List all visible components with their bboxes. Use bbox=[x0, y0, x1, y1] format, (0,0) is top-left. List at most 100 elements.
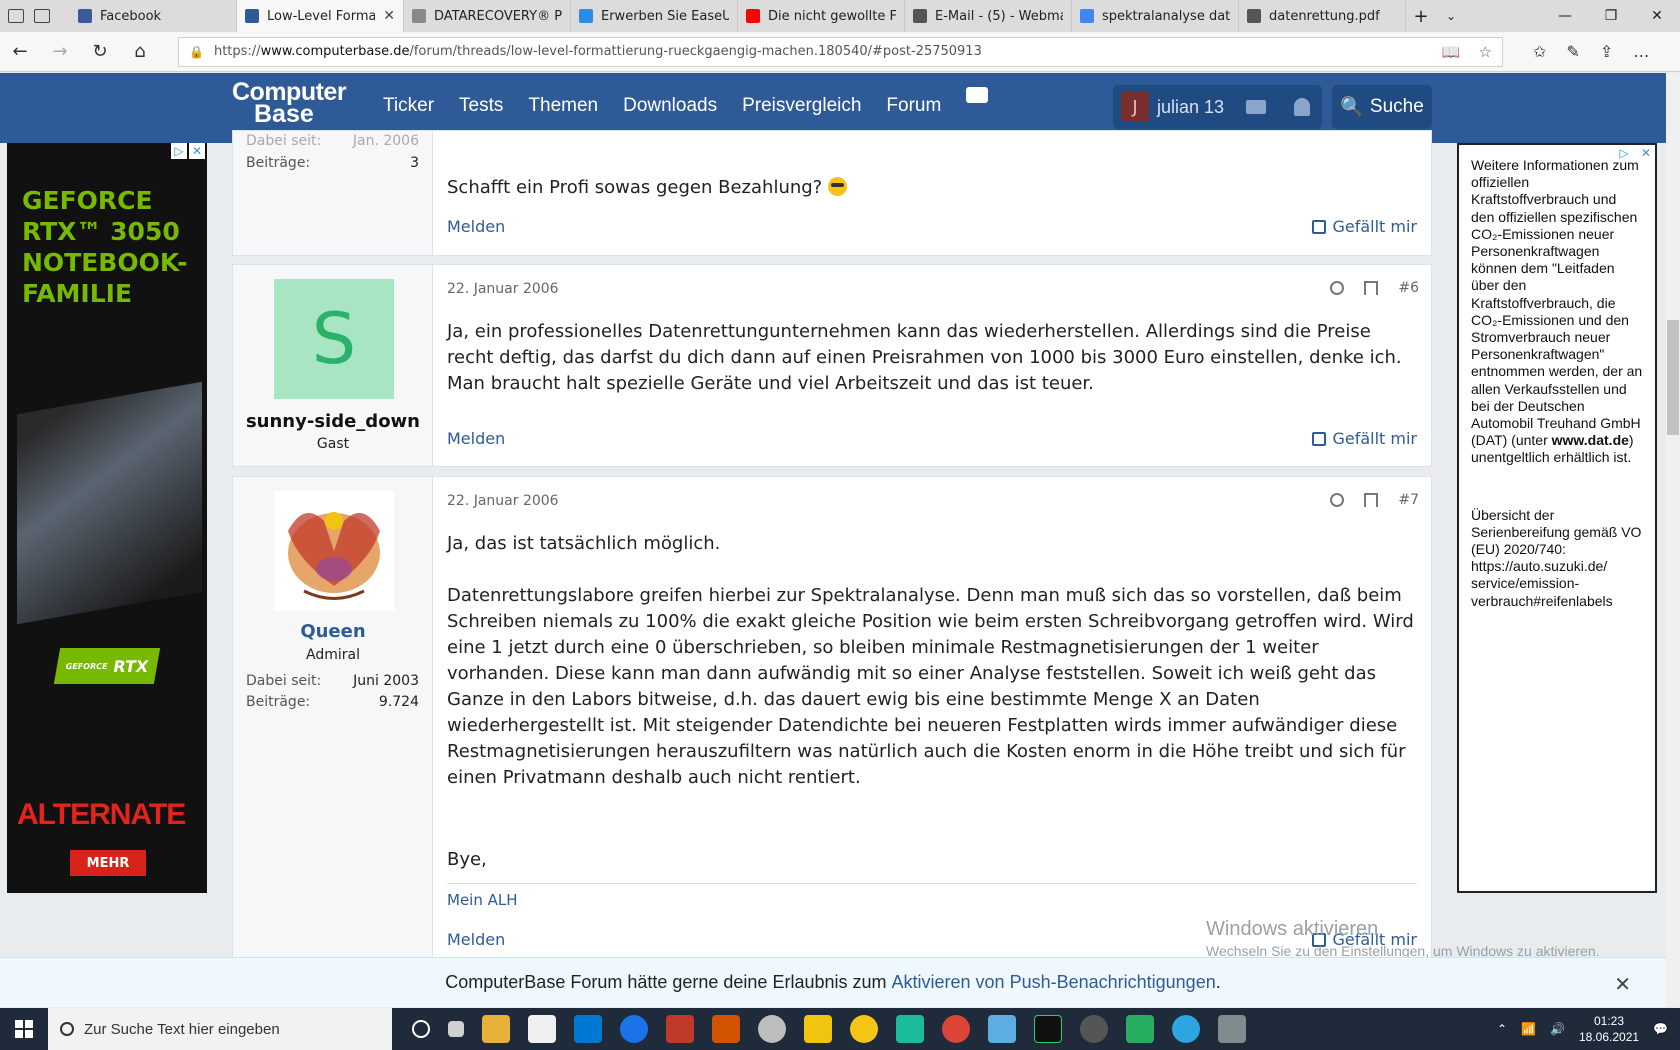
forward-button[interactable]: → bbox=[40, 41, 80, 62]
page-scrollbar[interactable] bbox=[1666, 73, 1680, 1007]
report-link[interactable]: Melden bbox=[447, 217, 505, 236]
tray-chevron-icon[interactable]: ⌃ bbox=[1497, 1022, 1507, 1036]
mail-app-icon[interactable] bbox=[574, 1015, 602, 1043]
app-icon-4[interactable] bbox=[804, 1015, 832, 1043]
app-icon-1[interactable] bbox=[666, 1015, 694, 1043]
tab-actions-icon[interactable] bbox=[8, 9, 24, 23]
taskbar-search-input[interactable]: Zur Suche Text hier eingeben bbox=[48, 1008, 392, 1050]
posts-label: Beiträge: bbox=[246, 694, 311, 710]
report-link[interactable]: Melden bbox=[447, 429, 505, 448]
thumbs-up-icon bbox=[1312, 431, 1327, 446]
post-date[interactable]: 22. Januar 2006 bbox=[447, 493, 559, 509]
like-button[interactable]: Gefällt mir bbox=[1312, 429, 1417, 448]
rtx-badge-text: RTX bbox=[111, 656, 151, 676]
signature-link[interactable]: Mein ALH bbox=[447, 891, 518, 909]
left-advertisement[interactable]: GEFORCE RTX™ 3050 NOTEBOOK- FAMILIE GEFO… bbox=[7, 143, 207, 893]
author-name[interactable]: Queen bbox=[233, 621, 433, 642]
forum-post-6: S sunny-side_down Gast 22. Januar 2006 #… bbox=[232, 264, 1432, 467]
nav-item-preisvergleich[interactable]: Preisvergleich bbox=[742, 95, 861, 117]
browser-tab[interactable]: Low-Level Formatt ✕ bbox=[237, 0, 404, 32]
new-tab-button[interactable]: + bbox=[1406, 0, 1436, 32]
post-number[interactable]: #7 bbox=[1398, 492, 1419, 508]
nav-item-forum[interactable]: Forum bbox=[886, 95, 941, 117]
app-icon-6[interactable] bbox=[896, 1015, 924, 1043]
browser-tab[interactable]: Facebook bbox=[70, 0, 237, 32]
volume-icon[interactable]: 🔊 bbox=[1550, 1022, 1565, 1036]
browser-tab[interactable]: datenrettung.pdf bbox=[1239, 0, 1406, 32]
right-ad-close-icon[interactable]: ✕ bbox=[1638, 145, 1654, 161]
nav-item-ticker[interactable]: Ticker bbox=[383, 95, 434, 117]
scrollbar-thumb[interactable] bbox=[1667, 320, 1679, 435]
like-button[interactable]: Gefällt mir bbox=[1312, 217, 1417, 236]
set-aside-tabs-icon[interactable] bbox=[34, 9, 50, 23]
more-icon[interactable]: … bbox=[1633, 42, 1649, 61]
favorite-star-icon[interactable]: ☆ bbox=[1479, 43, 1492, 61]
clock[interactable]: 01:23 18.06.2021 bbox=[1579, 1013, 1639, 1045]
browser-tab[interactable]: Erwerben Sie EaseUS D bbox=[571, 0, 738, 32]
utorrent-icon[interactable] bbox=[1126, 1015, 1154, 1043]
ad-choices-icon[interactable]: ▷ bbox=[171, 143, 187, 159]
right-ad-choices-icon[interactable]: ▷ bbox=[1616, 145, 1632, 161]
queen-crest-avatar[interactable] bbox=[274, 491, 394, 611]
nav-item-themen[interactable]: Themen bbox=[528, 95, 598, 117]
app-icon-8[interactable] bbox=[1034, 1015, 1062, 1043]
minimize-button[interactable]: — bbox=[1542, 8, 1588, 24]
url-input[interactable]: 🔒 https://www.computerbase.de/forum/thre… bbox=[178, 36, 1503, 67]
app-icon-9[interactable] bbox=[1080, 1015, 1108, 1043]
cortana-icon[interactable] bbox=[412, 1020, 430, 1038]
enable-push-link[interactable]: Aktivieren von Push-Benachrichtigungen bbox=[892, 972, 1216, 993]
post-text-main: Datenrettungslabore greifen hierbei zur … bbox=[447, 585, 1414, 788]
start-button[interactable] bbox=[0, 1008, 48, 1050]
mail-icon[interactable] bbox=[1246, 100, 1267, 114]
report-link[interactable]: Melden bbox=[447, 930, 505, 949]
task-view-icon[interactable] bbox=[448, 1021, 464, 1037]
nav-item-tests[interactable]: Tests bbox=[459, 95, 503, 117]
author-name[interactable]: sunny-side_down bbox=[233, 411, 433, 432]
network-icon[interactable]: 📶 bbox=[1521, 1022, 1536, 1036]
post-date[interactable]: 22. Januar 2006 bbox=[447, 281, 559, 297]
close-notification-icon[interactable]: ✕ bbox=[1614, 972, 1631, 997]
pen-icon[interactable]: ✎ bbox=[1566, 42, 1579, 61]
app-icon-10[interactable] bbox=[1218, 1015, 1246, 1043]
browser-tab[interactable]: spektralanalyse datenr bbox=[1072, 0, 1239, 32]
post-number[interactable]: #6 bbox=[1398, 280, 1419, 296]
nav-item-downloads[interactable]: Downloads bbox=[623, 95, 717, 117]
ad-close-icon[interactable]: ✕ bbox=[189, 143, 205, 159]
share-post-icon[interactable] bbox=[1330, 493, 1345, 507]
username-link[interactable]: julian 13 bbox=[1157, 97, 1224, 118]
maximize-button[interactable]: ❐ bbox=[1588, 8, 1634, 24]
browser-tab[interactable]: DATARECOVERY® Pro bbox=[404, 0, 571, 32]
share-post-icon[interactable] bbox=[1330, 281, 1345, 295]
lock-icon[interactable]: 🔒 bbox=[189, 45, 204, 59]
app-icon-3[interactable] bbox=[758, 1015, 786, 1043]
close-tab-icon[interactable]: ✕ bbox=[383, 8, 395, 24]
bookmark-icon[interactable] bbox=[1364, 493, 1379, 507]
refresh-button[interactable]: ↻ bbox=[80, 41, 120, 62]
home-button[interactable]: ⌂ bbox=[120, 41, 160, 62]
bookmark-icon[interactable] bbox=[1364, 281, 1379, 295]
chrome-icon[interactable] bbox=[942, 1015, 970, 1043]
search-button[interactable]: 🔍 Suche bbox=[1332, 85, 1432, 129]
app-icon-2[interactable] bbox=[712, 1015, 740, 1043]
browser-tab[interactable]: E-Mail - (5) - Webmail bbox=[905, 0, 1072, 32]
favorites-icon[interactable]: ✩ bbox=[1533, 42, 1546, 61]
app-icon-5[interactable] bbox=[850, 1015, 878, 1043]
reading-view-icon[interactable]: 📖 bbox=[1442, 43, 1461, 61]
tab-list-chevron-icon[interactable]: ⌄ bbox=[1436, 0, 1466, 32]
bell-icon[interactable] bbox=[1294, 98, 1311, 116]
app-icon-7[interactable] bbox=[988, 1015, 1016, 1043]
browser-tab[interactable]: Die nicht gewollte Frei bbox=[738, 0, 905, 32]
share-icon[interactable]: ⇪ bbox=[1600, 42, 1613, 61]
author-avatar[interactable]: S bbox=[274, 279, 394, 399]
back-button[interactable]: ← bbox=[0, 41, 40, 62]
edge-icon[interactable] bbox=[620, 1015, 648, 1043]
file-explorer-icon[interactable] bbox=[482, 1015, 510, 1043]
computerbase-logo[interactable]: Computer Base bbox=[232, 80, 347, 127]
notifications-icon[interactable]: 💬 bbox=[1653, 1022, 1668, 1036]
ad-cta-button[interactable]: MEHR bbox=[70, 850, 146, 876]
store-icon[interactable] bbox=[528, 1015, 556, 1043]
user-avatar[interactable]: J bbox=[1121, 92, 1149, 122]
close-window-button[interactable]: ✕ bbox=[1634, 8, 1680, 24]
right-advertisement[interactable]: Weitere Informationen zum offiziellen Kr… bbox=[1457, 143, 1657, 893]
telegram-icon[interactable] bbox=[1172, 1015, 1200, 1043]
